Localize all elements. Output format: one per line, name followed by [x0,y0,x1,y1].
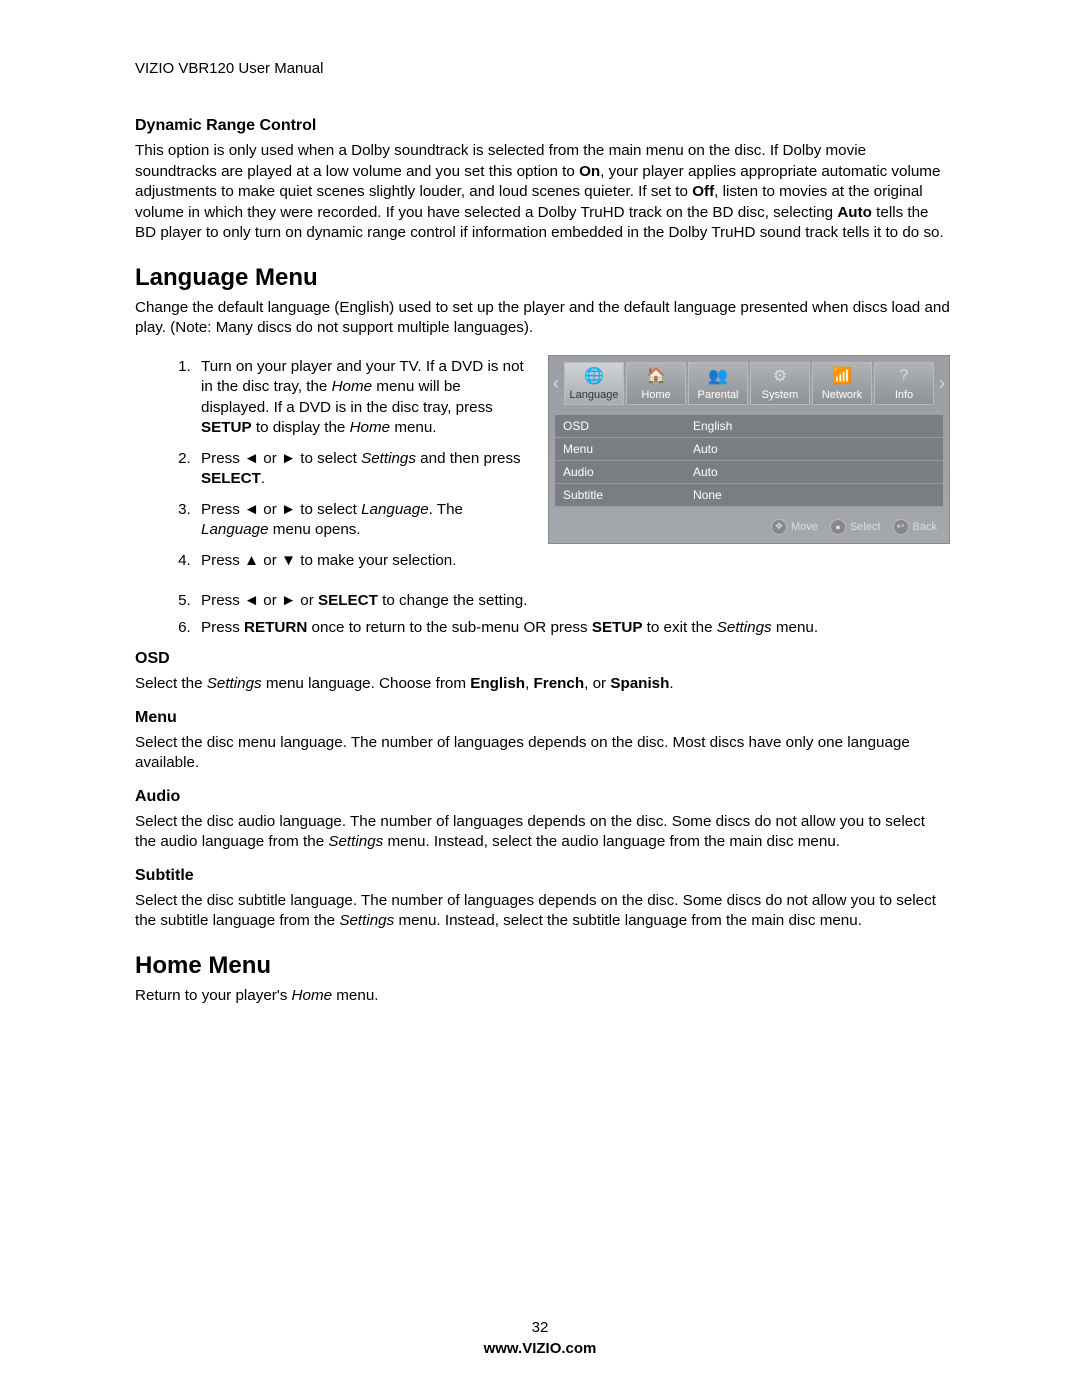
step-3: Press ◄ or ► to select Language. The Lan… [195,500,530,541]
doc-header: VIZIO VBR120 User Manual [135,60,950,77]
tab-home: 🏠 Home [626,362,686,405]
ui-hint-bar: ✥Move ●Select ↩Back [549,509,949,543]
list-row-osd: OSDEnglish [555,415,943,438]
menu-heading: Menu [135,709,950,727]
list-row-audio: AudioAuto [555,461,943,484]
language-steps-1to4: Turn on your player and your TV. If a DV… [135,357,530,582]
drc-heading: Dynamic Range Control [135,117,950,135]
tab-parental: 👥 Parental [688,362,748,405]
page-footer: 32 www.VIZIO.com [0,1319,1080,1357]
select-icon: ● [830,519,846,535]
step-2: Press ◄ or ► to select Settings and then… [195,449,530,490]
list-row-subtitle: SubtitleNone [555,484,943,507]
tab-system: ⚙ System [750,362,810,405]
audio-heading: Audio [135,788,950,806]
tab-language: 🌐 Language [564,362,624,405]
network-icon: 📶 [813,363,871,389]
osd-text: Select the Settings menu language. Choos… [135,674,950,695]
globe-icon: 🌐 [565,363,623,389]
home-icon: 🏠 [627,363,685,389]
step-1: Turn on your player and your TV. If a DV… [195,357,530,439]
nav-right-icon: › [935,362,949,405]
hint-back: ↩Back [893,519,937,535]
list-row-menu: MenuAuto [555,438,943,461]
dpad-icon: ✥ [771,519,787,535]
audio-text: Select the disc audio language. The numb… [135,812,950,853]
language-menu-intro: Change the default language (English) us… [135,298,950,339]
ui-tabs: ‹ 🌐 Language 🏠 Home 👥 Parental ⚙ System [549,356,949,411]
step-6: Press RETURN once to return to the sub-m… [195,618,950,639]
nav-left-icon: ‹ [549,362,563,405]
hint-move: ✥Move [771,519,818,535]
home-menu-heading: Home Menu [135,952,950,980]
step-5: Press ◄ or ► or SELECT to change the set… [195,591,950,612]
people-icon: 👥 [689,363,747,389]
ui-list: OSDEnglish MenuAuto AudioAuto SubtitleNo… [549,411,949,509]
back-icon: ↩ [893,519,909,535]
language-menu-screenshot: ‹ 🌐 Language 🏠 Home 👥 Parental ⚙ System [548,355,950,544]
question-icon: ? [875,363,933,389]
tab-info: ? Info [874,362,934,405]
osd-heading: OSD [135,650,950,668]
subtitle-text: Select the disc subtitle language. The n… [135,891,950,932]
hint-select: ●Select [830,519,881,535]
gear-icon: ⚙ [751,363,809,389]
language-menu-heading: Language Menu [135,264,950,292]
drc-text: This option is only used when a Dolby so… [135,141,950,244]
page-number: 32 [0,1319,1080,1336]
step-4: Press ▲ or ▼ to make your selection. [195,551,530,572]
home-menu-text: Return to your player's Home menu. [135,986,950,1007]
footer-url: www.VIZIO.com [0,1340,1080,1357]
tab-network: 📶 Network [812,362,872,405]
language-steps-5to6: Press ◄ or ► or SELECT to change the set… [135,591,950,638]
menu-text: Select the disc menu language. The numbe… [135,733,950,774]
subtitle-heading: Subtitle [135,867,950,885]
